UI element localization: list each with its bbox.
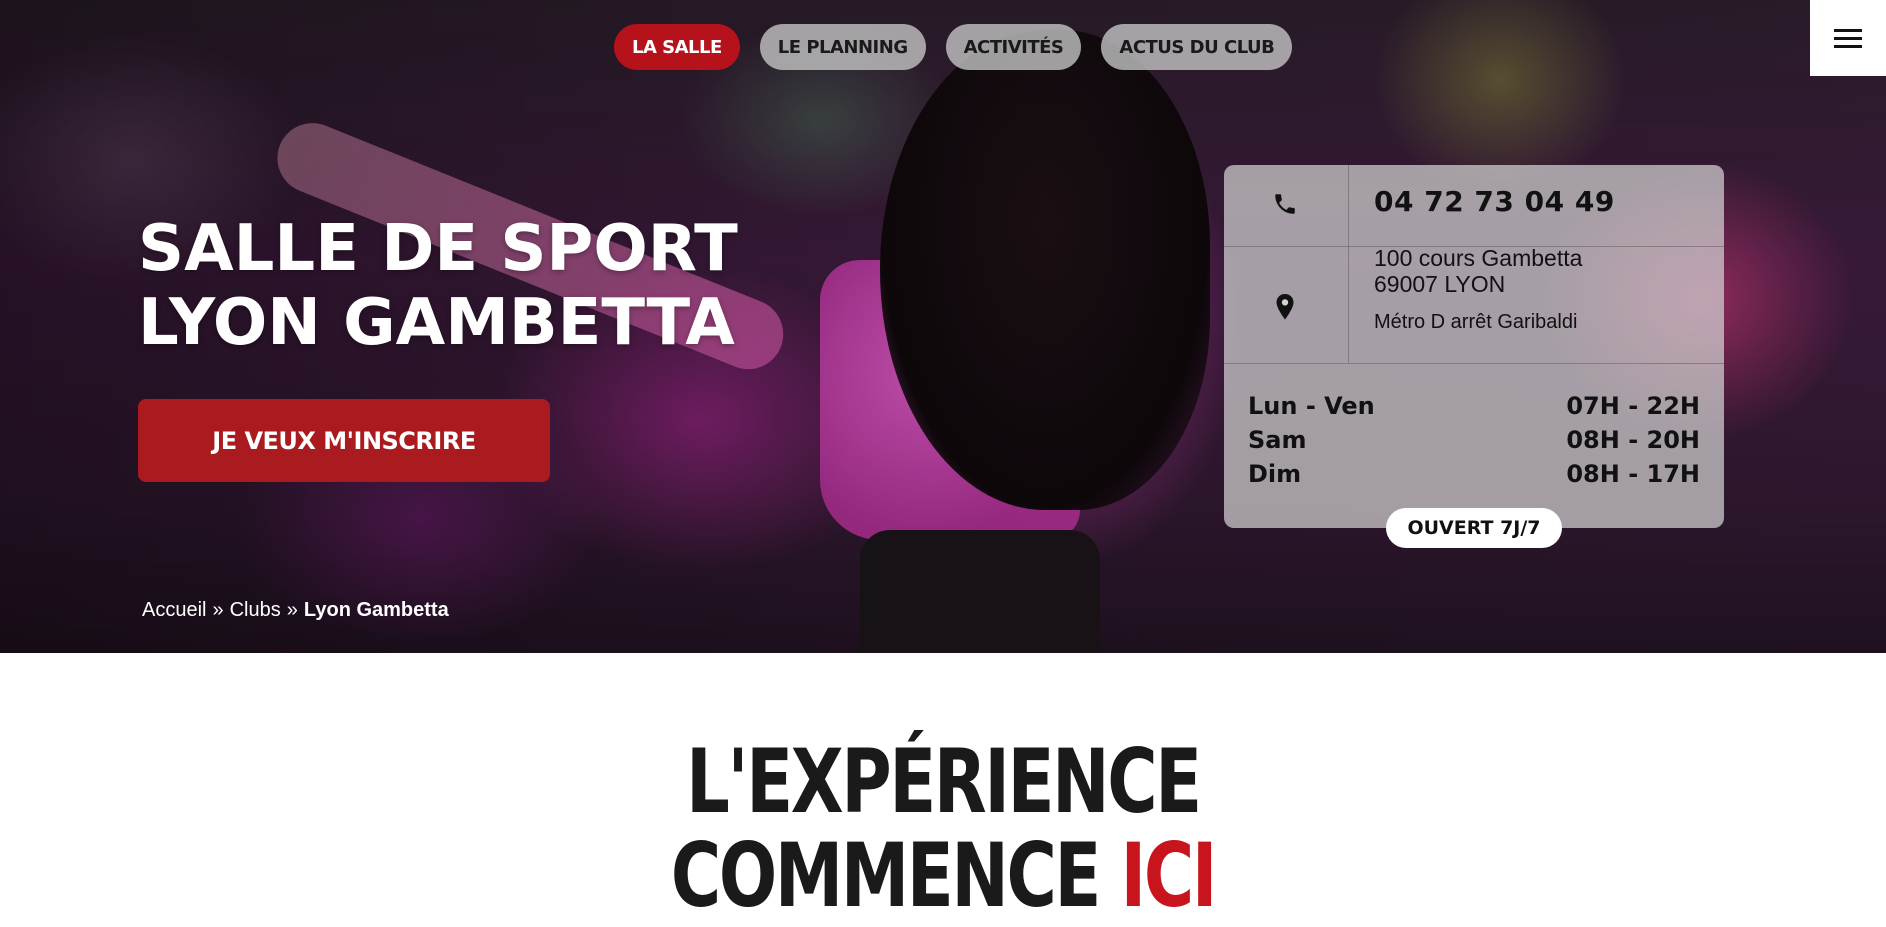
breadcrumb-separator: »	[212, 599, 224, 621]
hours-row: Lun - Ven 07H - 22H	[1248, 389, 1700, 423]
section-heading-accent: ICI	[1120, 824, 1218, 927]
breadcrumb-separator: »	[286, 599, 298, 621]
open-badge: OUVERT 7J/7	[1386, 508, 1562, 548]
hamburger-icon[interactable]	[1810, 0, 1886, 76]
hero-banner: LA SALLE LE PLANNING ACTIVITÉS ACTUS DU …	[0, 0, 1886, 653]
signup-button[interactable]: JE VEUX M'INSCRIRE	[138, 399, 550, 482]
page-title: SALLE DE SPORT LYON GAMBETTA	[138, 212, 738, 360]
page-title-line2: LYON GAMBETTA	[138, 286, 735, 360]
metro-info: Métro D arrêt Garibaldi	[1374, 311, 1578, 333]
hours-days: Dim	[1248, 460, 1302, 488]
club-phone[interactable]: 04 72 73 04 49	[1374, 185, 1615, 218]
page-title-line1: SALLE DE SPORT	[138, 212, 738, 286]
hours-time: 08H - 20H	[1566, 426, 1700, 454]
nav-tab-la-salle[interactable]: LA SALLE	[614, 24, 740, 70]
opening-hours: Lun - Ven 07H - 22H Sam 08H - 20H Dim 08…	[1248, 389, 1700, 491]
section-heading-line2: COMMENCE ICI	[670, 824, 1218, 927]
hours-time: 08H - 17H	[1566, 460, 1700, 488]
breadcrumb: Accueil » Clubs » Lyon Gambetta	[142, 599, 449, 622]
nav-tab-le-planning[interactable]: LE PLANNING	[759, 24, 926, 70]
address-line2: 69007 LYON	[1374, 271, 1506, 297]
breadcrumb-home-link[interactable]: Accueil	[142, 599, 206, 622]
club-info-card: 04 72 73 04 49 100 cours Gambetta 69007 …	[1224, 165, 1724, 548]
map-pin-icon	[1276, 294, 1294, 320]
club-address: 100 cours Gambetta 69007 LYON	[1374, 245, 1582, 297]
nav-tab-actus-du-club[interactable]: ACTUS DU CLUB	[1101, 24, 1293, 70]
phone-icon	[1275, 194, 1295, 214]
hours-time: 07H - 22H	[1566, 392, 1700, 420]
main-nav: LA SALLE LE PLANNING ACTIVITÉS ACTUS DU …	[614, 24, 1293, 70]
breadcrumb-current: Lyon Gambetta	[303, 599, 449, 621]
section-heading-line1: L'EXPÉRIENCE	[686, 730, 1202, 833]
hours-days: Sam	[1248, 426, 1307, 454]
nav-tab-activites[interactable]: ACTIVITÉS	[945, 24, 1082, 70]
hours-row: Dim 08H - 17H	[1248, 457, 1700, 491]
section-heading: L'EXPÉRIENCE COMMENCE ICI	[207, 735, 1678, 923]
hours-days: Lun - Ven	[1248, 392, 1375, 420]
hours-row: Sam 08H - 20H	[1248, 423, 1700, 457]
address-line1: 100 cours Gambetta	[1374, 245, 1583, 271]
breadcrumb-clubs-link[interactable]: Clubs	[230, 599, 281, 622]
